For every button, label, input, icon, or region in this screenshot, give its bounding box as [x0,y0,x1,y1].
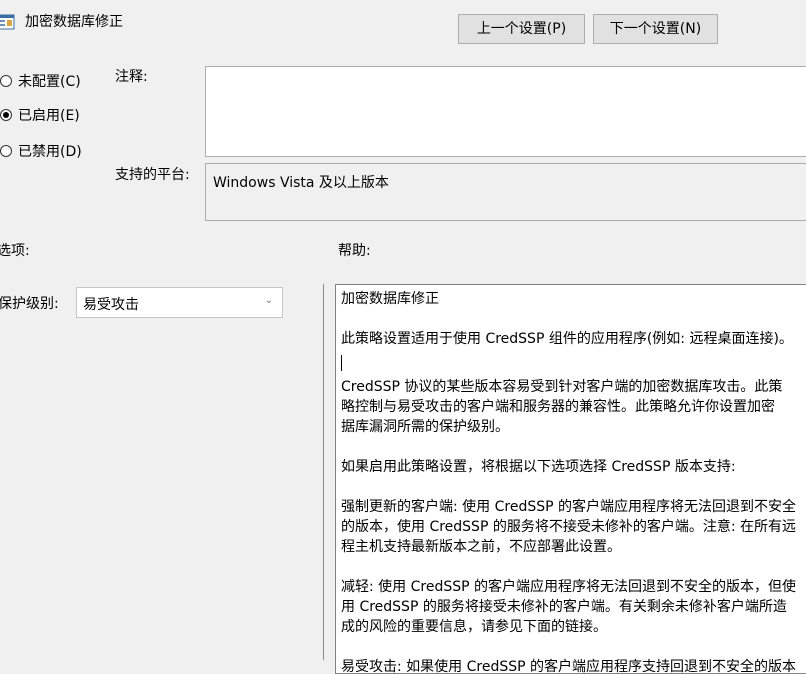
window-title: 加密数据库修正 [25,14,123,30]
radio-enabled-label: 已启用(E) [18,108,80,124]
help-paragraph: 减轻: 使用 CredSSP 的客户端应用程序将无法回退到不安全的版本，但使 用… [341,579,797,635]
previous-setting-button[interactable]: 上一个设置(P) [458,14,585,44]
help-section-label: 帮助: [338,243,371,259]
text-cursor [341,355,342,371]
radio-disabled-indicator[interactable] [0,145,12,157]
help-paragraph: 此策略设置适用于使用 CredSSP 组件的应用程序(例如: 远程桌面连接)。 [341,331,793,347]
options-section-label: 选项: [0,243,30,259]
next-setting-button[interactable]: 下一个设置(N) [593,14,718,44]
radio-enabled[interactable]: 已启用(E) [0,105,80,125]
help-text-pane[interactable]: 加密数据库修正 此策略设置适用于使用 CredSSP 组件的应用程序(例如: 远… [335,284,806,674]
protection-level-value: 易受攻击 [83,297,139,313]
radio-disabled[interactable]: 已禁用(D) [0,141,82,161]
chevron-down-icon: ⌄ [264,295,273,306]
protection-level-select[interactable]: 易受攻击 ⌄ [76,287,283,318]
radio-enabled-indicator[interactable] [0,109,12,121]
options-pane-border [323,284,324,660]
help-paragraph: 强制更新的客户端: 使用 CredSSP 的客户端应用程序将无法回退到不安全 的… [341,499,797,555]
help-paragraph: CredSSP 协议的某些版本容易受到针对客户端的加密数据库攻击。此策 略控制与… [341,379,783,435]
radio-not-configured-label: 未配置(C) [18,74,81,90]
radio-not-configured[interactable]: 未配置(C) [0,71,81,91]
radio-not-configured-indicator[interactable] [0,75,12,87]
supported-platform-label: 支持的平台: [115,167,190,183]
radio-disabled-label: 已禁用(D) [18,144,82,160]
help-paragraph: 加密数据库修正 [341,291,439,307]
policy-settings-icon [0,14,15,30]
comment-label: 注释: [115,69,148,85]
protection-level-label: 保护级别: [0,296,59,312]
help-paragraph: 如果启用此策略设置，将根据以下选项选择 CredSSP 版本支持: [341,459,736,475]
supported-platform-value: Windows Vista 及以上版本 [205,163,806,221]
comment-textarea[interactable] [205,66,806,157]
